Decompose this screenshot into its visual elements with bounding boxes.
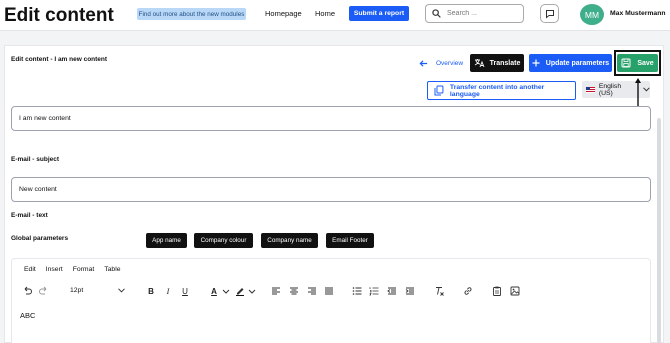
align-left-icon[interactable] [270,285,282,297]
avatar[interactable]: MM [580,4,604,25]
transfer-language-button[interactable]: Transfer content into another language [427,81,576,100]
save-button[interactable]: Save [617,54,658,72]
save-icon [621,58,631,68]
translate-button[interactable]: Translate [470,54,524,72]
nav-home[interactable]: Home [315,9,335,18]
text-color-icon[interactable]: A [208,285,220,297]
page-scrollbar[interactable] [657,118,661,343]
page-title: Edit content [4,5,114,26]
menu-format[interactable]: Format [73,266,95,273]
redo-icon[interactable] [38,285,50,297]
editor-body-text[interactable]: ABC [20,311,35,320]
save-label: Save [637,59,654,67]
font-size-value: 12pt [70,287,84,294]
numbered-list-icon[interactable] [368,285,380,297]
copy-icon [434,85,444,96]
undo-icon[interactable] [21,285,33,297]
highlight-color-icon[interactable] [234,285,246,297]
editor-toolbar: 12pt B I U A [12,281,650,301]
search-box[interactable] [425,4,524,23]
submit-report-button[interactable]: Submit a report [349,6,409,21]
email-subject-field[interactable]: New content [11,177,651,202]
global-parameters-label: Global parameters [11,235,69,242]
top-bar: Edit content Find out more about the new… [0,0,670,31]
menu-insert[interactable]: Insert [46,266,63,273]
param-chip-app-name[interactable]: App name [146,233,187,248]
menu-edit[interactable]: Edit [24,266,36,273]
update-parameters-label: Update parameters [545,59,610,67]
user-name[interactable]: Max Mustermann [610,10,666,17]
language-value: English (US) [598,82,622,97]
font-size-select[interactable]: 12pt [67,284,131,297]
overview-label: Overview [436,60,464,67]
indent-icon[interactable] [404,285,416,297]
translate-label: Translate [489,59,521,67]
align-right-icon[interactable] [306,285,318,297]
chevron-down-icon[interactable] [220,285,232,297]
search-icon [432,9,441,18]
menu-table[interactable]: Table [104,266,120,273]
param-chip-company-colour[interactable]: Company colour [194,233,253,248]
update-parameters-button[interactable]: Update parameters [529,54,612,72]
bullet-list-icon[interactable] [351,285,363,297]
us-flag-icon [586,86,595,93]
paste-icon[interactable] [491,285,503,297]
italic-icon[interactable]: I [162,285,174,297]
nav-homepage[interactable]: Homepage [265,9,302,18]
email-text-label: E-mail - text [11,212,48,219]
param-chip-company-name[interactable]: Company name [261,233,318,248]
chevron-down-icon [643,87,650,92]
content-title-field[interactable]: I am new content [11,106,651,131]
bold-icon[interactable]: B [145,285,157,297]
editor-menubar: Edit Insert Format Table [24,266,121,273]
search-input[interactable] [447,10,517,17]
chevron-down-icon[interactable] [246,285,258,297]
param-chip-email-footer[interactable]: Email Footer [326,233,374,248]
underline-icon[interactable]: U [179,285,191,297]
clear-formatting-icon[interactable] [433,285,445,297]
outdent-icon[interactable] [386,285,398,297]
chat-icon [545,9,554,19]
align-justify-icon[interactable] [323,285,335,297]
chat-button[interactable] [540,4,559,23]
rich-text-editor[interactable]: Edit Insert Format Table 12pt B I U A AB… [11,258,651,343]
plus-icon [532,59,540,67]
content-heading: Edit content - I am new content [11,56,108,63]
new-modules-banner-button[interactable]: Find out more about the new modules [137,8,246,20]
email-subject-label: E-mail - subject [11,156,60,163]
arrow-left-icon [419,60,428,67]
translate-icon [474,59,485,68]
align-center-icon[interactable] [288,285,300,297]
language-select[interactable]: English (US) [582,81,650,98]
chevron-down-icon [118,288,125,293]
link-icon[interactable] [462,285,474,297]
overview-link[interactable]: Overview [419,58,463,69]
image-icon[interactable] [509,285,521,297]
transfer-label: Transfer content into another language [449,83,545,98]
